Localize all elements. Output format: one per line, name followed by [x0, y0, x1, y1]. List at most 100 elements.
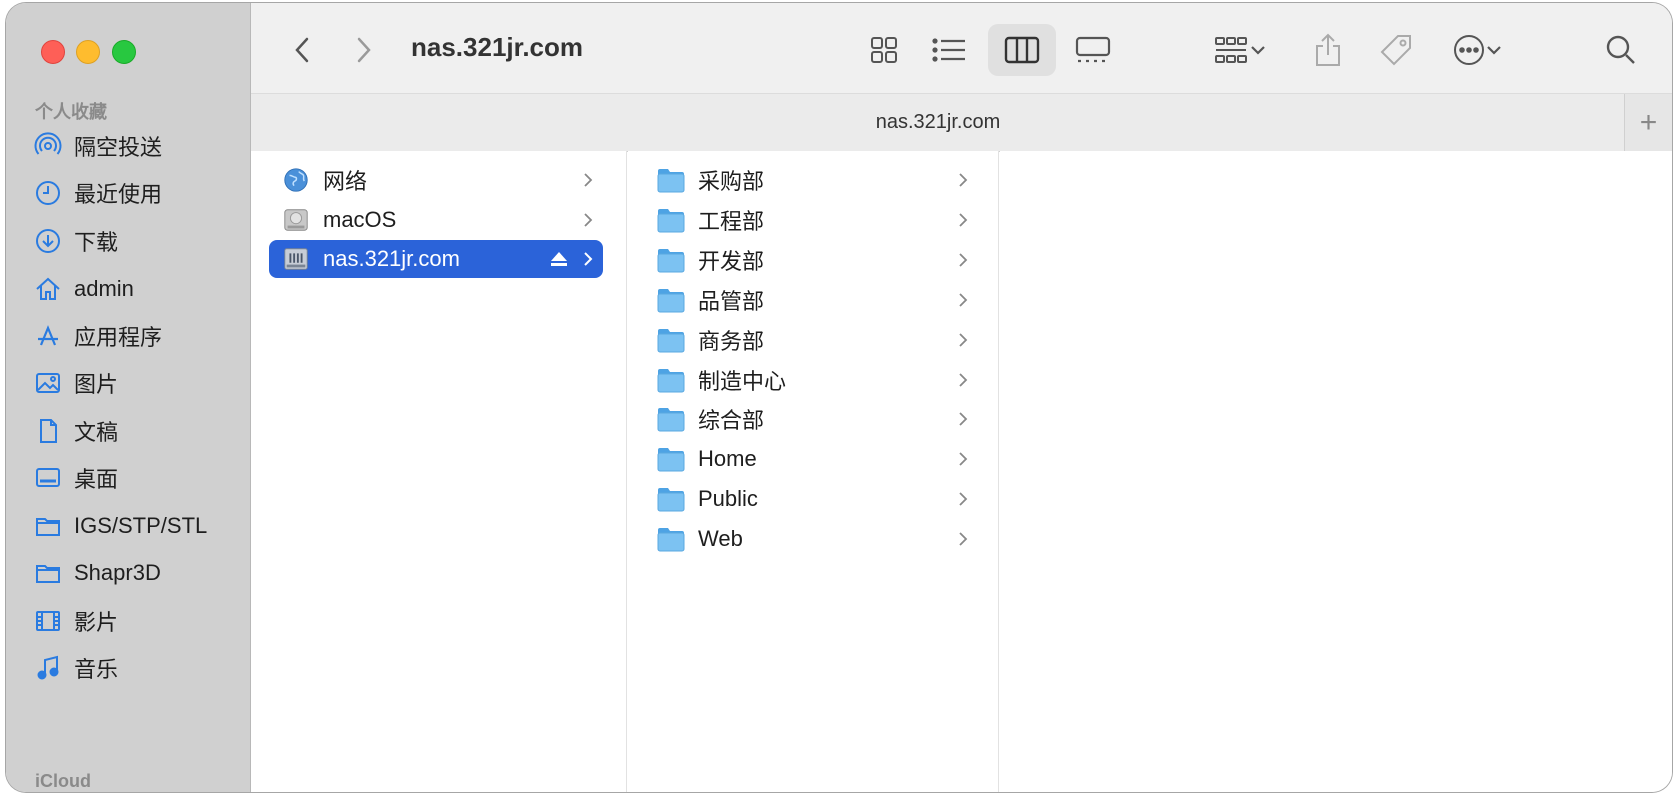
folder-row[interactable]: 综合部 — [656, 400, 978, 438]
sidebar-item-applications[interactable]: 应用程序 — [34, 316, 244, 356]
sidebar-item-pictures[interactable]: 图片 — [34, 363, 244, 403]
column-view-button[interactable] — [988, 24, 1056, 76]
folders-column: 采购部工程部开发部品管部商务部 制造中心 综合部 Home Public Web — [628, 151, 999, 792]
list-icon — [932, 38, 965, 62]
folder-label: Web — [698, 526, 743, 552]
sidebar-item-igs-stp-stl[interactable]: IGS/STP/STL — [34, 506, 244, 546]
chevron-down-icon — [1487, 46, 1501, 55]
apps-icon — [38, 325, 58, 346]
sidebar-item-label: IGS/STP/STL — [74, 513, 208, 538]
chevron-right-icon — [959, 532, 968, 546]
chevron-right-icon — [959, 253, 968, 267]
eject-icon[interactable] — [549, 250, 569, 268]
folder-row[interactable]: 品管部 — [656, 281, 978, 319]
folder-row[interactable]: 制造中心 — [656, 361, 978, 399]
grid-icon — [871, 37, 897, 63]
location-label: macOS — [323, 207, 397, 232]
sidebar-item-admin[interactable]: admin — [34, 269, 244, 309]
folder-icon — [657, 169, 685, 193]
folder-icon — [657, 288, 685, 313]
zoom-window-button[interactable] — [112, 40, 136, 64]
sidebar-item-label: 最近使用 — [74, 182, 163, 207]
tag-button[interactable] — [1371, 24, 1421, 76]
chevron-left-icon — [295, 37, 309, 63]
photo-icon — [36, 373, 60, 393]
share-button[interactable] — [1303, 24, 1353, 76]
sidebar-item-movies[interactable]: 影片 — [34, 601, 244, 641]
folder-icon — [657, 528, 685, 552]
hard-drive-icon — [284, 209, 308, 231]
columns-icon — [1004, 36, 1040, 64]
folder-row[interactable]: Public — [656, 480, 978, 518]
preview-column — [1000, 151, 1672, 792]
sidebar-item-airdrop[interactable]: 隔空投送 — [34, 126, 244, 166]
group-button[interactable] — [1205, 24, 1275, 76]
sidebar-item-label: 文稿 — [74, 420, 119, 445]
chevron-right-icon — [959, 293, 968, 307]
folder-icon — [657, 368, 685, 392]
share-icon — [1316, 33, 1340, 66]
folder-icon — [657, 248, 685, 273]
search-button[interactable] — [1596, 24, 1646, 76]
chevron-right-icon — [959, 173, 968, 187]
favorites-heading: 个人收藏 — [35, 102, 107, 122]
globe-icon — [284, 168, 308, 192]
home-icon — [36, 277, 60, 300]
window-title: nas.321jr.com — [411, 32, 583, 62]
chevron-right-icon — [959, 412, 968, 427]
folder-icon — [36, 565, 60, 583]
chevron-down-icon — [1251, 46, 1265, 55]
sidebar-item-shapr3d[interactable]: Shapr3D — [34, 553, 244, 593]
sidebar-item-desktop[interactable]: 桌面 — [34, 458, 244, 498]
sidebar-item-label: 桌面 — [74, 467, 119, 492]
folder-label: 采购部 — [698, 169, 765, 194]
sidebar-item-label: 影片 — [74, 610, 119, 635]
icloud-heading: iCloud — [35, 771, 91, 791]
icon-view-button[interactable] — [857, 24, 911, 76]
chevron-right-icon — [959, 452, 968, 466]
forward-button[interactable] — [347, 30, 381, 70]
sidebar-item-label: 下载 — [74, 230, 119, 255]
folder-label: 品管部 — [698, 288, 765, 314]
minimize-window-button[interactable] — [76, 40, 100, 64]
chevron-right-icon — [959, 372, 968, 387]
list-view-button[interactable] — [919, 24, 979, 76]
folder-row[interactable]: 工程部 — [656, 201, 978, 239]
ellipsis-circle-icon — [1454, 35, 1484, 65]
location-macos[interactable]: macOS — [269, 201, 603, 239]
folder-row[interactable]: 开发部 — [656, 241, 978, 279]
folder-icon — [657, 208, 685, 233]
new-tab-button[interactable]: + — [1624, 94, 1672, 151]
clock-icon — [36, 181, 60, 205]
sidebar-item-downloads[interactable]: 下载 — [34, 221, 244, 261]
sidebar-item-label: 音乐 — [74, 657, 119, 682]
chevron-right-icon — [357, 37, 371, 63]
folder-label: 开发部 — [698, 248, 765, 274]
sidebar-item-label: 应用程序 — [74, 325, 163, 350]
location-network[interactable]: 网络 — [269, 161, 603, 199]
document-icon — [40, 419, 57, 443]
sidebar-item-label: 图片 — [74, 372, 119, 397]
group-icon — [1215, 37, 1247, 63]
folder-row[interactable]: 商务部 — [656, 321, 978, 359]
sidebar-item-label: 隔空投送 — [74, 135, 163, 160]
sidebar-item-documents[interactable]: 文稿 — [34, 411, 244, 451]
chevron-right-icon — [584, 252, 593, 266]
more-actions-button[interactable] — [1442, 24, 1512, 76]
folder-icon — [36, 518, 60, 536]
back-button[interactable] — [285, 30, 319, 70]
folder-row[interactable]: 采购部 — [656, 161, 978, 199]
location-nas[interactable]: nas.321jr.com — [269, 240, 603, 278]
folder-label: Public — [698, 486, 758, 512]
gallery-view-button[interactable] — [1063, 24, 1123, 76]
sidebar-item-recents[interactable]: 最近使用 — [34, 173, 244, 213]
chevron-right-icon — [959, 332, 968, 347]
tab-nas[interactable]: nas.321jr.com — [251, 94, 1625, 151]
sidebar-item-music[interactable]: 音乐 — [34, 648, 244, 688]
sidebar-item-label: Shapr3D — [74, 560, 161, 585]
folder-row[interactable]: Home — [656, 440, 978, 478]
close-window-button[interactable] — [41, 40, 65, 64]
folder-row[interactable]: Web — [656, 520, 978, 558]
tag-icon — [1380, 35, 1411, 66]
gallery-icon — [1075, 36, 1111, 63]
